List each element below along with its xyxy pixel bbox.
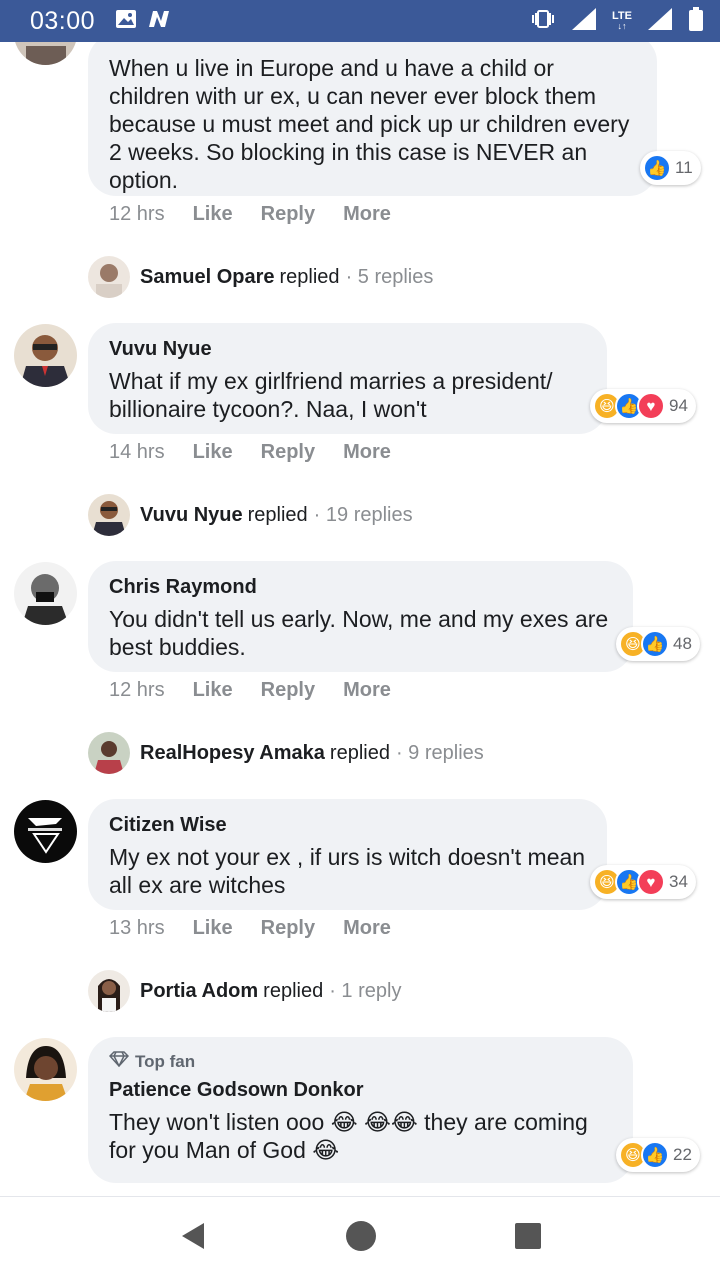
top-fan-badge: Top fan xyxy=(108,1051,612,1072)
recents-icon[interactable] xyxy=(514,1222,542,1255)
comment-bubble[interactable]: Chris Raymond You didn't tell us early. … xyxy=(88,561,633,672)
like-button[interactable]: Like xyxy=(193,679,233,702)
like-reaction-icon: 👍 xyxy=(641,630,669,658)
view-replies-link[interactable]: RealHopesy Amaka replied · 9 replies xyxy=(88,732,484,774)
reply-count: · 19 replies xyxy=(313,503,413,526)
reaction-summary[interactable]: 😆 👍 22 xyxy=(616,1138,700,1172)
comment-text: You didn't tell us early. Now, me and my… xyxy=(109,606,609,660)
avatar[interactable] xyxy=(14,1038,77,1101)
more-button[interactable]: More xyxy=(343,441,391,464)
image-notification-icon xyxy=(115,9,137,34)
system-nav-bar xyxy=(0,1196,720,1280)
reaction-count: 48 xyxy=(673,634,692,653)
top-fan-label: Top fan xyxy=(135,1051,196,1071)
avatar[interactable] xyxy=(14,324,77,387)
reaction-count: 22 xyxy=(673,1145,692,1164)
comment-bubble[interactable]: When u live in Europe and u have a child… xyxy=(88,42,657,196)
comment-time: 14 hrs xyxy=(109,441,165,463)
reaction-count: 11 xyxy=(675,158,693,177)
reply-button[interactable]: Reply xyxy=(261,441,315,464)
signal-icon xyxy=(570,6,598,37)
reply-button[interactable]: Reply xyxy=(261,917,315,940)
reaction-count: 94 xyxy=(669,396,688,415)
avatar xyxy=(88,494,130,536)
comment-bubble[interactable]: Vuvu Nyue What if my ex girlfriend marri… xyxy=(88,323,607,434)
reply-button[interactable]: Reply xyxy=(261,203,315,226)
replied-label: replied xyxy=(279,265,340,288)
view-replies-link[interactable]: Vuvu Nyue replied · 19 replies xyxy=(88,494,413,536)
comment-time: 12 hrs xyxy=(109,679,165,701)
avatar xyxy=(88,970,130,1012)
reaction-summary[interactable]: 😆 👍 48 xyxy=(616,627,700,661)
reaction-summary[interactable]: 😆 👍 ♥ 94 xyxy=(590,389,696,423)
comment-text: When u live in Europe and u have a child… xyxy=(109,55,630,193)
comment-text: My ex not your ex , if urs is witch does… xyxy=(109,844,586,898)
comment-bubble[interactable]: Top fan Patience Godsown Donkor They won… xyxy=(88,1037,633,1183)
status-bar: 03:00 LTE ↓↑ xyxy=(0,0,720,42)
comment-time: 12 hrs xyxy=(109,203,165,225)
like-button[interactable]: Like xyxy=(193,203,233,226)
like-reaction-icon: 👍 xyxy=(641,1141,669,1169)
love-reaction-icon: ♥ xyxy=(637,392,665,420)
replied-label: replied xyxy=(263,979,324,1002)
comment-text: What if my ex girlfriend marries a presi… xyxy=(109,368,553,422)
reaction-summary[interactable]: 😆 👍 ♥ 34 xyxy=(590,865,696,899)
comment-time: 13 hrs xyxy=(109,917,165,939)
home-icon[interactable] xyxy=(345,1220,377,1257)
reply-count: · 5 replies xyxy=(345,265,434,288)
comments-feed[interactable]: When u live in Europe and u have a child… xyxy=(0,42,720,1196)
signal-icon-2 xyxy=(646,6,674,37)
view-replies-link[interactable]: Portia Adom replied · 1 reply xyxy=(88,970,401,1012)
comment-author[interactable]: Chris Raymond xyxy=(109,575,612,599)
comment-author[interactable]: Citizen Wise xyxy=(109,813,586,837)
replier-name: Vuvu Nyue xyxy=(140,503,243,526)
more-button[interactable]: More xyxy=(343,917,391,940)
diamond-icon xyxy=(108,1051,130,1072)
reaction-count: 34 xyxy=(669,872,688,891)
reply-count: · 1 reply xyxy=(329,979,402,1002)
lte-indicator: LTE ↓↑ xyxy=(612,10,632,31)
avatar[interactable] xyxy=(14,800,77,863)
view-replies-link[interactable]: Samuel Opare replied · 5 replies xyxy=(88,256,433,298)
reply-button[interactable]: Reply xyxy=(261,679,315,702)
replier-name: Portia Adom xyxy=(140,979,259,1002)
replied-label: replied xyxy=(247,503,308,526)
app-notification-icon xyxy=(147,9,171,34)
avatar[interactable] xyxy=(14,562,77,625)
replier-name: Samuel Opare xyxy=(140,265,275,288)
battery-icon xyxy=(688,6,704,37)
more-button[interactable]: More xyxy=(343,203,391,226)
avatar[interactable] xyxy=(14,42,77,65)
status-time: 03:00 xyxy=(30,6,96,35)
avatar xyxy=(88,732,130,774)
love-reaction-icon: ♥ xyxy=(637,868,665,896)
comment-author[interactable]: Patience Godsown Donkor xyxy=(109,1078,612,1102)
vibrate-icon xyxy=(530,9,556,34)
more-button[interactable]: More xyxy=(343,679,391,702)
comment-bubble[interactable]: Citizen Wise My ex not your ex , if urs … xyxy=(88,799,607,910)
comment-text: They won't listen ooo 😂 😂😂 they are comi… xyxy=(109,1109,588,1163)
replied-label: replied xyxy=(329,741,390,764)
like-reaction-icon: 👍 xyxy=(643,154,671,182)
reply-count: · 9 replies xyxy=(395,741,484,764)
comment-author[interactable]: Vuvu Nyue xyxy=(109,337,586,361)
replier-name: RealHopesy Amaka xyxy=(140,741,325,764)
back-icon[interactable] xyxy=(178,1221,208,1256)
like-button[interactable]: Like xyxy=(193,917,233,940)
avatar xyxy=(88,256,130,298)
reaction-summary[interactable]: 👍 11 xyxy=(640,151,701,185)
like-button[interactable]: Like xyxy=(193,441,233,464)
